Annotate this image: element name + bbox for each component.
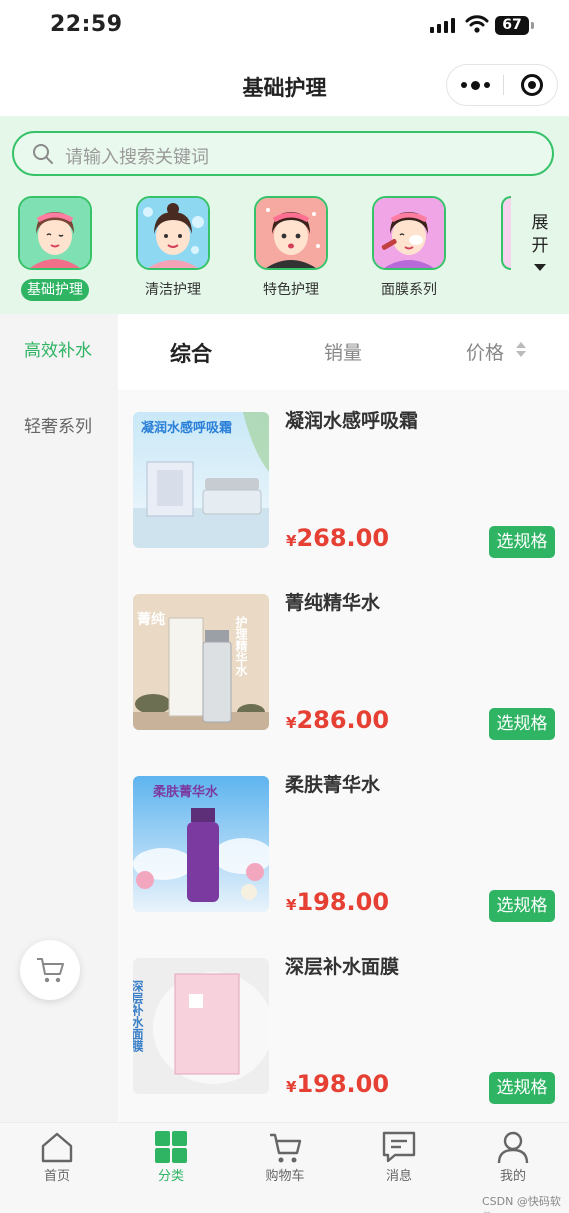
category-item-mask[interactable]: 面膜系列 <box>354 196 464 306</box>
product-image-text-left: 菁纯 <box>137 611 165 628</box>
category-thumb-partial <box>501 196 511 270</box>
category-thumb <box>372 196 446 270</box>
price-currency: ¥ <box>286 896 297 914</box>
tab-category[interactable]: 分类 <box>114 1123 228 1193</box>
tab-label: 分类 <box>157 1169 184 1184</box>
sort-arrows-icon <box>516 342 526 360</box>
cart-icon <box>270 1133 302 1163</box>
capsule-divider <box>503 75 504 95</box>
status-time: 22:59 <box>50 12 123 37</box>
product-card[interactable]: 柔肤菁华水 柔肤菁华水 ¥198.00 选规格 <box>118 754 569 936</box>
mini-program-capsule <box>446 64 558 106</box>
category-thumb <box>18 196 92 270</box>
product-image: 柔肤菁华水 <box>133 776 269 912</box>
more-button[interactable] <box>447 65 503 105</box>
sort-bar: 综合 销量 价格 <box>118 314 569 390</box>
product-card[interactable]: 深层补水面膜 深层补水面膜 ¥198.00 选规格 <box>118 936 569 1118</box>
product-card[interactable]: 凝润水感呼吸霜 凝润水感呼吸霜 ¥268.00 选规格 <box>118 390 569 572</box>
price-currency: ¥ <box>286 1078 297 1096</box>
tab-label: 消息 <box>385 1169 412 1184</box>
cart-icon <box>37 958 64 983</box>
caret-down-icon <box>534 264 546 271</box>
price-value: 198.00 <box>296 1070 390 1098</box>
expand-label-2: 开 <box>531 236 549 256</box>
product-price: ¥198.00 <box>286 888 389 916</box>
search-input[interactable]: 请输入搜索关键词 <box>65 143 209 169</box>
product-name: 柔肤菁华水 <box>285 774 381 796</box>
category-icon <box>155 1131 187 1163</box>
expand-label-1: 展 <box>531 213 549 233</box>
tab-label: 我的 <box>499 1169 526 1184</box>
category-label: 特色护理 <box>263 282 319 298</box>
battery-indicator: 67 <box>495 16 529 35</box>
category-strip: 基础护理 清洁护理 特色护理 面膜系列 展 开 <box>0 196 569 306</box>
product-card[interactable]: 菁纯 护理精华水 菁纯精华水 ¥286.00 选规格 <box>118 572 569 754</box>
category-item-basic[interactable]: 基础护理 <box>0 196 110 306</box>
product-image: 凝润水感呼吸霜 <box>133 412 269 548</box>
sort-price[interactable]: 价格 <box>466 338 526 365</box>
price-value: 198.00 <box>296 888 390 916</box>
sidebar: 高效补水 轻奢系列 <box>0 314 118 1122</box>
watermark: CSDN @快码软件 <box>482 1195 561 1213</box>
search-icon <box>33 144 53 164</box>
sidebar-item-hydration[interactable]: 高效补水 <box>0 314 118 388</box>
product-list: 凝润水感呼吸霜 凝润水感呼吸霜 ¥268.00 选规格 菁纯 护理精华水 菁纯精… <box>118 390 569 1122</box>
product-name: 菁纯精华水 <box>285 592 381 614</box>
price-value: 286.00 <box>296 706 390 734</box>
select-spec-button[interactable]: 选规格 <box>489 890 555 922</box>
category-thumb <box>136 196 210 270</box>
sidebar-item-luxury[interactable]: 轻奢系列 <box>0 390 118 464</box>
product-image-text: 柔肤菁华水 <box>152 784 219 800</box>
product-price: ¥286.00 <box>286 706 389 734</box>
category-item-cleansing[interactable]: 清洁护理 <box>118 196 228 306</box>
category-label: 清洁护理 <box>145 282 201 298</box>
sort-sales[interactable]: 销量 <box>324 338 362 365</box>
product-price: ¥198.00 <box>286 1070 389 1098</box>
sort-price-label: 价格 <box>466 342 505 364</box>
product-image-text: 深层补水面膜 <box>133 979 144 1053</box>
product-name: 凝润水感呼吸霜 <box>285 410 419 432</box>
price-currency: ¥ <box>286 714 297 732</box>
close-target-icon[interactable] <box>521 74 543 96</box>
product-image-text-right: 护理精华水 <box>234 615 248 677</box>
home-icon <box>41 1132 73 1163</box>
expand-button[interactable]: 展 开 <box>520 212 560 271</box>
floating-cart-button[interactable] <box>20 940 80 1000</box>
select-spec-button[interactable]: 选规格 <box>489 708 555 740</box>
header-zone: 请输入搜索关键词 基础护理 清洁护理 特色护理 面膜系列 展 开 <box>0 116 569 314</box>
title-bar: 基础护理 <box>0 56 569 116</box>
tab-message[interactable]: 消息 <box>342 1123 456 1193</box>
tab-cart[interactable]: 购物车 <box>228 1123 342 1193</box>
category-item-special[interactable]: 特色护理 <box>236 196 346 306</box>
user-icon <box>497 1131 529 1164</box>
signal-icon <box>430 18 455 33</box>
search-bar[interactable]: 请输入搜索关键词 <box>12 131 554 176</box>
tab-profile[interactable]: 我的 <box>456 1123 569 1193</box>
product-image: 深层补水面膜 <box>133 958 269 1094</box>
status-bar: 22:59 67 <box>0 0 569 56</box>
tab-home[interactable]: 首页 <box>0 1123 114 1193</box>
battery-tip <box>531 22 534 29</box>
price-value: 268.00 <box>296 524 390 552</box>
sort-comprehensive[interactable]: 综合 <box>170 338 212 368</box>
product-price: ¥268.00 <box>286 524 389 552</box>
select-spec-button[interactable]: 选规格 <box>489 1072 555 1104</box>
wifi-icon <box>465 15 489 33</box>
category-label: 基础护理 <box>21 279 89 301</box>
tab-label: 首页 <box>43 1169 70 1184</box>
category-label: 面膜系列 <box>381 282 437 298</box>
message-icon <box>382 1131 416 1163</box>
product-name: 深层补水面膜 <box>285 956 400 978</box>
product-image-text: 凝润水感呼吸霜 <box>141 420 232 436</box>
product-image: 菁纯 护理精华水 <box>133 594 269 730</box>
tab-label: 购物车 <box>265 1169 305 1184</box>
price-currency: ¥ <box>286 532 297 550</box>
select-spec-button[interactable]: 选规格 <box>489 526 555 558</box>
category-thumb <box>254 196 328 270</box>
